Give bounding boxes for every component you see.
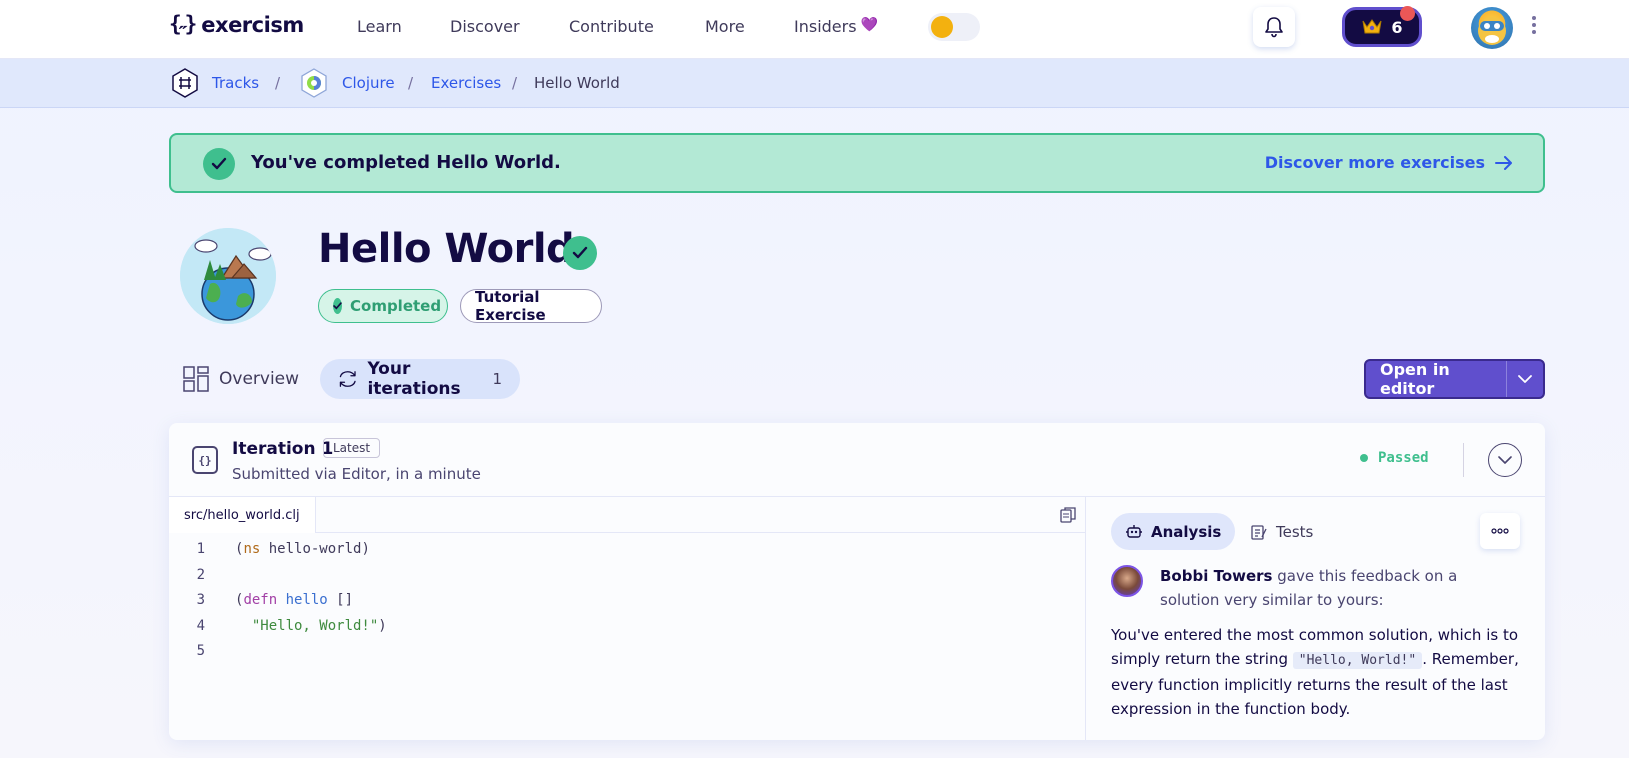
- check-icon: [333, 298, 342, 314]
- iterations-count: 1: [492, 370, 502, 388]
- nav-insiders[interactable]: Insiders 💜: [794, 17, 878, 36]
- tab-iterations-label: Your iterations: [367, 359, 461, 399]
- mentor-avatar: [1111, 565, 1143, 597]
- tutorial-tag-label: Tutorial Exercise: [475, 288, 546, 324]
- tab-overview[interactable]: Overview: [183, 359, 299, 399]
- robot-icon: [1126, 524, 1142, 538]
- breadcrumb-separator: /: [512, 74, 518, 92]
- breadcrumb: Tracks / Clojure / Exercises / Hello Wor…: [0, 59, 1629, 108]
- reputation-count: 6: [1391, 17, 1403, 37]
- nav-more[interactable]: More: [705, 17, 745, 36]
- expand-iteration-button[interactable]: [1488, 443, 1522, 477]
- breadcrumb-exercises[interactable]: Exercises: [431, 74, 501, 92]
- tab-your-iterations[interactable]: Your iterations 1: [320, 359, 520, 399]
- code-line: 3 (defn hello []: [169, 592, 387, 618]
- tutorial-exercise-tag: Tutorial Exercise: [460, 288, 602, 324]
- globe-landscape-icon: [180, 228, 276, 324]
- tab-tests[interactable]: Tests: [1236, 513, 1327, 550]
- open-in-editor-button[interactable]: Open in editor: [1364, 359, 1545, 399]
- tab-overview-label: Overview: [219, 369, 300, 389]
- discover-more-exercises-link[interactable]: Discover more exercises: [1265, 153, 1513, 172]
- code-line: 5: [169, 643, 387, 669]
- new-reputation-indicator: [1400, 6, 1415, 21]
- inline-code: "Hello, World!": [1292, 652, 1423, 669]
- exercise-title: Hello World: [318, 226, 575, 272]
- heart-icon: 💜: [860, 17, 878, 33]
- more-options-icon[interactable]: [1532, 16, 1536, 34]
- nav-discover[interactable]: Discover: [450, 17, 520, 36]
- file-tab-bar: src/hello_world.clj: [169, 497, 1085, 533]
- iteration-subtitle: Submitted via Editor, in a minute: [232, 465, 481, 483]
- breadcrumb-separator: /: [408, 74, 414, 92]
- breadcrumb-separator: /: [275, 74, 281, 92]
- code-content: 1 (ns hello-world) 2 3 (defn hello [] 4 …: [169, 541, 387, 669]
- code-line: 1 (ns hello-world): [169, 541, 387, 567]
- breadcrumb-track-clojure[interactable]: Clojure: [342, 74, 395, 92]
- code-file-icon: {}: [192, 446, 218, 474]
- chevron-down-icon: [1498, 456, 1512, 464]
- divider: [1463, 443, 1464, 477]
- feedback-panel: Analysis Tests Bobbi Towers gave this fe…: [1086, 497, 1545, 740]
- tests-status: Passed: [1360, 450, 1429, 466]
- mentor-attribution: Bobbi Towers gave this feedback on a sol…: [1160, 564, 1520, 612]
- exercism-logo[interactable]: {˶} exercism: [169, 12, 304, 37]
- nav-insiders-label: Insiders: [794, 17, 857, 36]
- top-navigation: {˶} exercism Learn Discover Contribute M…: [0, 0, 1629, 59]
- discover-more-label: Discover more exercises: [1264, 153, 1485, 172]
- code-viewer: src/hello_world.clj 1 (ns hello-world) 2…: [169, 497, 1086, 740]
- breadcrumb-tracks[interactable]: Tracks: [212, 74, 259, 92]
- tab-tests-label: Tests: [1276, 522, 1314, 541]
- ellipsis-icon: [1491, 528, 1509, 534]
- rank-badge-icon: [1362, 19, 1382, 34]
- nav-contribute[interactable]: Contribute: [569, 17, 654, 36]
- iteration-title: Iteration 1: [232, 439, 334, 459]
- status-dot-icon: [1360, 454, 1368, 462]
- logo-text: exercism: [201, 12, 304, 37]
- exercise-icon: [180, 228, 276, 324]
- latest-badge: Latest: [323, 438, 381, 458]
- copy-icon[interactable]: [1059, 506, 1077, 524]
- toggle-knob: [931, 16, 953, 38]
- completed-tag: Completed: [318, 289, 448, 323]
- completed-banner: You've completed Hello World. Discover m…: [169, 133, 1545, 193]
- completed-tag-label: Completed: [350, 297, 442, 315]
- arrow-right-icon: [1495, 155, 1512, 170]
- mentor-name[interactable]: Bobbi Towers: [1160, 567, 1272, 585]
- reputation-button[interactable]: 6: [1342, 6, 1422, 47]
- open-in-editor-label: Open in editor: [1380, 360, 1450, 398]
- tab-analysis-label: Analysis: [1151, 522, 1222, 541]
- code-line: 2: [169, 567, 387, 593]
- tracks-icon: [172, 68, 198, 98]
- chevron-down-icon[interactable]: [1505, 361, 1543, 397]
- line-number: 5: [196, 643, 205, 659]
- file-tab[interactable]: src/hello_world.clj: [169, 497, 316, 533]
- clojure-icon: [301, 68, 327, 98]
- completed-check-icon: [563, 236, 597, 270]
- user-avatar[interactable]: [1471, 7, 1513, 49]
- feedback-text: You've entered the most common solution,…: [1111, 626, 1519, 718]
- line-number: 3: [196, 592, 205, 608]
- line-number: 1: [196, 541, 205, 557]
- more-options-button[interactable]: [1480, 513, 1520, 549]
- bell-icon: [1265, 17, 1283, 38]
- iterations-icon: [339, 371, 356, 387]
- tests-icon: [1251, 524, 1267, 540]
- completed-message: You've completed Hello World.: [251, 152, 561, 173]
- avatar-image: [1478, 17, 1506, 45]
- nav-learn[interactable]: Learn: [357, 17, 402, 36]
- breadcrumb-current: Hello World: [534, 74, 620, 92]
- line-number: 4: [196, 617, 205, 634]
- iteration-panel: {} Iteration 1 Latest Submitted via Edit…: [169, 423, 1545, 740]
- iteration-header[interactable]: {} Iteration 1 Latest Submitted via Edit…: [169, 423, 1545, 497]
- overview-icon: [183, 366, 209, 392]
- tab-analysis[interactable]: Analysis: [1111, 513, 1236, 550]
- status-label: Passed: [1378, 450, 1429, 466]
- code-line: 4 "Hello, World!"): [169, 618, 387, 644]
- notifications-button[interactable]: [1253, 7, 1295, 47]
- line-number: 2: [196, 566, 205, 583]
- check-circle-icon: [203, 148, 235, 180]
- logo-mark: {˶}: [169, 12, 197, 36]
- theme-toggle[interactable]: [928, 13, 980, 41]
